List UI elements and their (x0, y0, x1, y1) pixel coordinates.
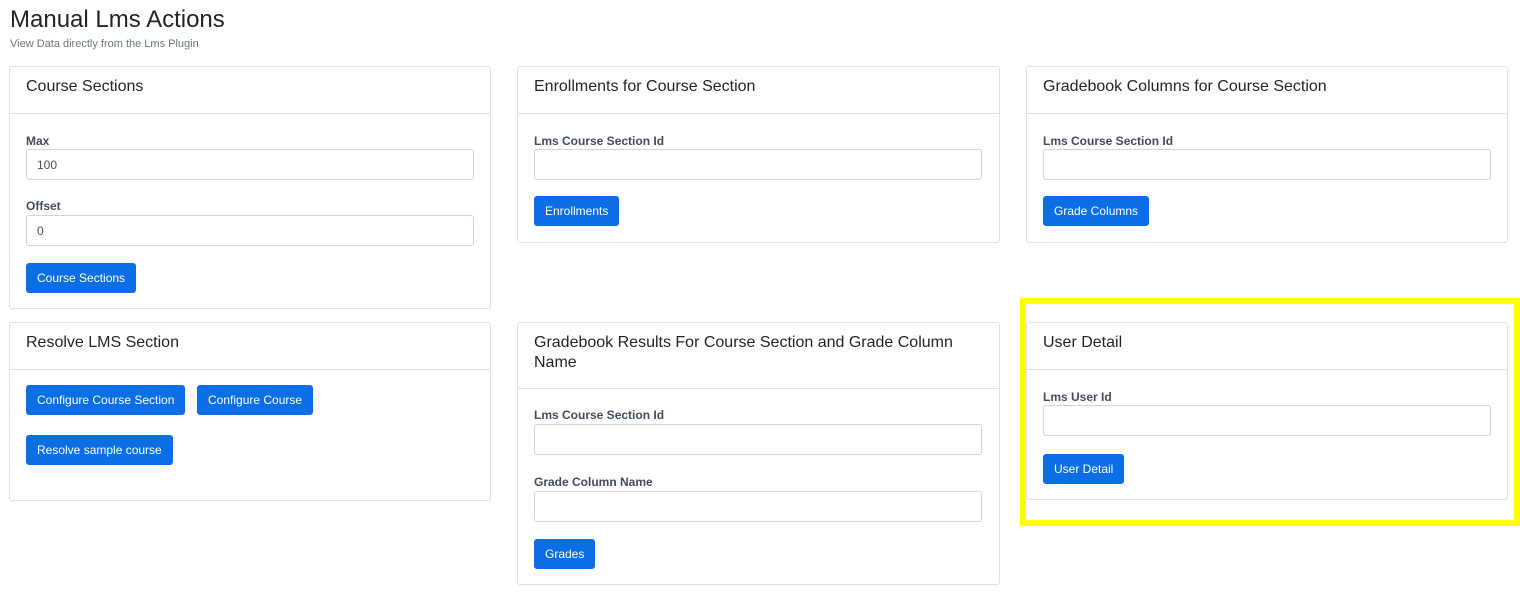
enrollments-card: Enrollments for Course Section Lms Cours… (517, 66, 1000, 243)
grade-column-label: Grade Column Name (534, 475, 653, 489)
grade-columns-button[interactable]: Grade Columns (1043, 196, 1150, 226)
user-detail-card: User Detail Lms User Id User Detail (1026, 322, 1508, 500)
gradebook-columns-body: Lms Course Section Id Grade Columns (1027, 114, 1507, 243)
user-id-input[interactable] (1043, 405, 1491, 436)
gradebook-columns-header: Gradebook Columns for Course Section (1027, 67, 1507, 114)
resolve-section-header: Resolve LMS Section (10, 323, 490, 370)
grade-column-input[interactable] (534, 491, 982, 522)
course-sections-button[interactable]: Course Sections (26, 263, 137, 293)
resolve-section-body: Configure Course Section Configure Cours… (10, 370, 490, 501)
course-sections-body: Max Offset Course Sections (10, 114, 490, 309)
user-id-label: Lms User Id (1043, 390, 1112, 404)
results-section-input[interactable] (534, 424, 982, 455)
gradebook-columns-card: Gradebook Columns for Course Section Lms… (1026, 66, 1508, 243)
user-detail-header: User Detail (1027, 323, 1507, 370)
grades-button[interactable]: Grades (534, 539, 596, 569)
gradebook-results-body: Lms Course Section Id Grade Column Name … (518, 389, 999, 585)
max-label: Max (26, 134, 50, 148)
page-title: Manual Lms Actions (10, 6, 225, 33)
enrollments-button[interactable]: Enrollments (534, 196, 620, 226)
resolve-sample-course-button[interactable]: Resolve sample course (26, 435, 173, 465)
resolve-section-card: Resolve LMS Section Configure Course Sec… (9, 322, 491, 501)
user-detail-body: Lms User Id User Detail (1027, 370, 1507, 500)
enrollments-header: Enrollments for Course Section (518, 67, 999, 114)
enrollments-body: Lms Course Section Id Enrollments (518, 114, 999, 243)
configure-course-button[interactable]: Configure Course (197, 385, 314, 415)
configure-course-section-button[interactable]: Configure Course Section (26, 385, 186, 415)
offset-input[interactable] (26, 215, 474, 246)
gradebook-columns-section-input[interactable] (1043, 149, 1491, 180)
enrollments-section-input[interactable] (534, 149, 982, 180)
gradebook-results-card: Gradebook Results For Course Section and… (517, 322, 1000, 585)
course-sections-card: Course Sections Max Offset Course Sectio… (9, 66, 491, 309)
offset-label: Offset (26, 199, 61, 213)
gradebook-columns-section-label: Lms Course Section Id (1043, 134, 1174, 148)
results-section-label: Lms Course Section Id (534, 408, 665, 422)
course-sections-header: Course Sections (10, 67, 490, 114)
enrollments-section-label: Lms Course Section Id (534, 134, 665, 148)
page-subtitle: View Data directly from the Lms Plugin (10, 38, 199, 50)
user-detail-button[interactable]: User Detail (1043, 454, 1125, 484)
max-input[interactable] (26, 149, 474, 180)
gradebook-results-header: Gradebook Results For Course Section and… (518, 323, 999, 389)
